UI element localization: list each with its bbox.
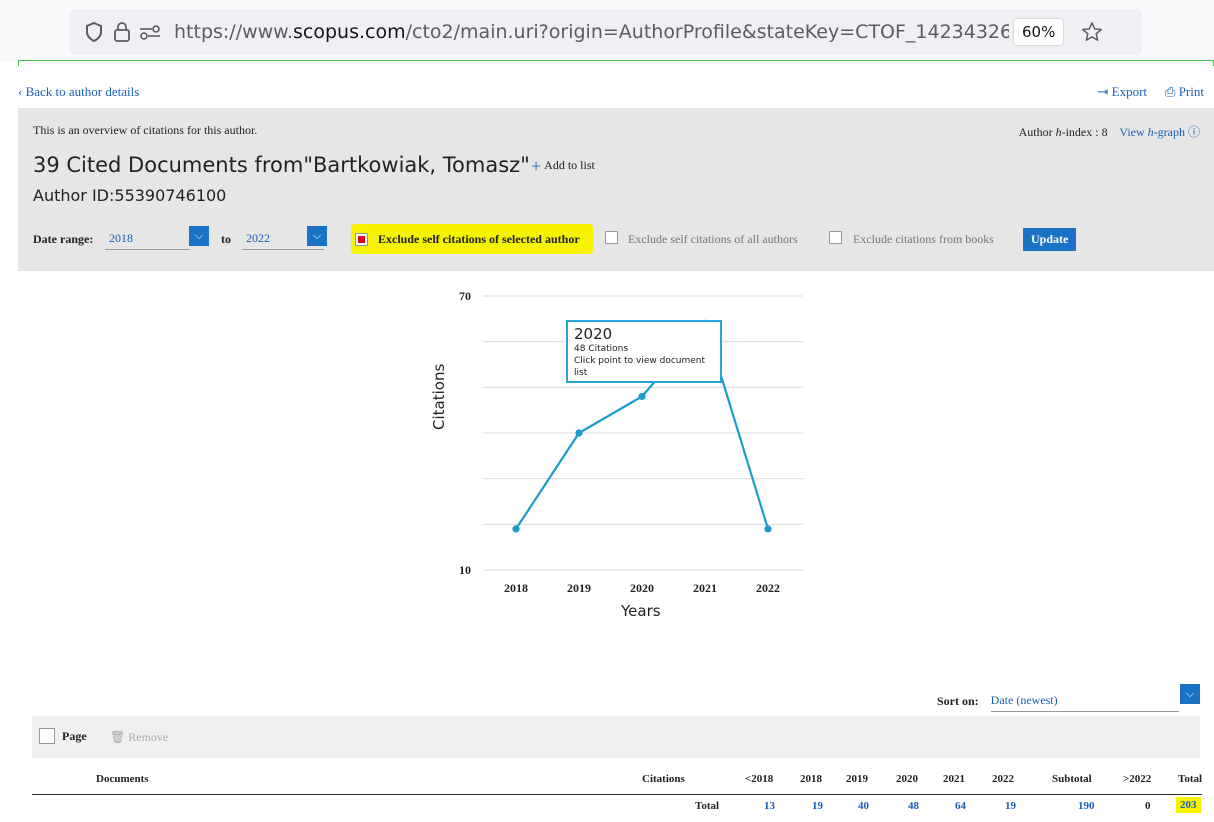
col-2018[interactable]: 2018 (800, 773, 822, 785)
sort-select[interactable]: Date (newest) (990, 690, 1179, 712)
x-tick-label: 2022 (756, 581, 780, 595)
exclude-books-label: Exclude citations from books (853, 232, 994, 246)
data-point[interactable] (512, 525, 520, 533)
col-total: Total (1178, 773, 1203, 785)
total-lt2018[interactable]: 13 (764, 800, 775, 812)
table-header: Documents Citations <2018 2018 2019 2020… (32, 773, 1202, 795)
date-from-value: 2018 (109, 231, 133, 245)
back-link-label: Back to author details (25, 84, 140, 99)
overview-intro: This is an overview of citations for thi… (33, 123, 258, 137)
url-text[interactable]: https://www.scopus.com/cto2/main.uri?ori… (174, 21, 1009, 43)
chevron-down-icon[interactable]: ⌵ (1180, 684, 1200, 704)
to-label: to (221, 232, 231, 246)
exclude-self-all-checkbox[interactable] (605, 231, 618, 244)
table-total-row: Total 13 19 40 48 64 19 190 0 203 (32, 797, 1202, 822)
h-index-summary: Author h-index : 8 View h-graph ⓘ (1019, 123, 1200, 140)
exclude-self-selected-checkbox[interactable] (355, 232, 368, 246)
total-2018[interactable]: 19 (812, 800, 823, 812)
exclude-self-all-label: Exclude self citations of all authors (628, 232, 798, 246)
exclude-books-checkbox[interactable] (829, 231, 842, 244)
h-index-label: Author h-index : 8 (1018, 125, 1108, 139)
add-to-list-button[interactable]: + Add to list (531, 155, 595, 176)
print-link[interactable]: ⎙ Print (1165, 84, 1204, 100)
page-title: 39 Cited Documents from"Bartkowiak, Toma… (33, 153, 530, 177)
plus-icon: + (531, 155, 542, 176)
zoom-level-badge[interactable]: 60% (1013, 18, 1065, 46)
total-row-label: Total (695, 800, 720, 812)
help-icon: ⓘ (1187, 125, 1200, 139)
exclude-self-selected-label: Exclude self citations of selected autho… (378, 232, 580, 246)
total-2021[interactable]: 64 (955, 800, 966, 812)
total-subtotal[interactable]: 190 (1078, 800, 1095, 812)
chevron-down-icon[interactable]: ⌵ (307, 226, 327, 246)
x-tick-label: 2021 (693, 581, 717, 595)
trash-icon: 🗑 (110, 730, 129, 744)
select-page-label: Page (62, 729, 87, 743)
total-gt2022: 0 (1145, 800, 1151, 812)
lock-icon[interactable] (108, 18, 136, 46)
data-point[interactable] (575, 429, 583, 437)
update-button[interactable]: Update (1023, 228, 1077, 251)
data-point[interactable] (764, 525, 772, 533)
x-tick-label: 2018 (504, 581, 528, 595)
address-bar[interactable]: https://www.scopus.com/cto2/main.uri?ori… (70, 9, 1142, 55)
author-id: Author ID:55390746100 (33, 186, 227, 205)
export-link[interactable]: ⇥ Export (1098, 84, 1148, 100)
col-2019[interactable]: 2019 (846, 773, 868, 785)
data-point[interactable] (638, 392, 646, 401)
total-2019[interactable]: 40 (858, 800, 869, 812)
selection-bar: Page 🗑 Remove (32, 716, 1200, 758)
chevron-down-icon[interactable]: ⌵ (189, 226, 209, 246)
shield-icon[interactable] (80, 18, 108, 46)
total-2022[interactable]: 19 (1005, 800, 1016, 812)
filter-bar: Date range: 2018 ⌵ to 2022 ⌵ Exclude sel… (33, 224, 1203, 254)
col-2021[interactable]: 2021 (943, 773, 965, 785)
bookmark-star-icon[interactable] (1078, 18, 1106, 46)
col-lt2018[interactable]: <2018 (745, 773, 773, 785)
date-range-label: Date range: (33, 232, 94, 246)
x-axis-label: Years (621, 602, 661, 620)
page-frame-line (18, 60, 1214, 66)
y-tick-label: 70 (459, 289, 471, 303)
chart-tooltip: 2020 48 Citations Click point to view do… (566, 320, 722, 383)
sort-control: Sort on: Date (newest) ⌵ (937, 684, 1200, 712)
select-page-checkbox[interactable] (39, 728, 55, 744)
chevron-left-icon: ‹ (18, 84, 26, 99)
export-label: Export (1111, 84, 1148, 99)
remove-button[interactable]: 🗑 Remove (110, 730, 168, 745)
printer-icon: ⎙ (1165, 84, 1179, 99)
col-subtotal: Subtotal (1052, 773, 1092, 785)
col-citations: Citations (642, 773, 685, 785)
tooltip-hint: Click point to view document list (574, 356, 706, 378)
browser-toolbar: https://www.scopus.com/cto2/main.uri?ori… (0, 0, 1214, 62)
col-2020[interactable]: 2020 (896, 773, 918, 785)
tooltip-citations: 48 Citations (574, 344, 629, 354)
col-gt2022[interactable]: >2022 (1123, 773, 1151, 785)
x-tick-label: 2020 (630, 581, 654, 595)
tooltip-year: 2020 (574, 325, 613, 343)
col-2022[interactable]: 2022 (992, 773, 1014, 785)
sort-label: Sort on: (937, 693, 979, 708)
export-icon: ⇥ (1097, 84, 1112, 99)
permissions-icon[interactable] (136, 18, 164, 46)
y-axis-label: Citations (430, 363, 448, 430)
date-from-select[interactable]: 2018 (105, 228, 190, 250)
page-actions: ⇥ Export ⎙ Print (1098, 84, 1205, 100)
y-tick-label: 10 (459, 563, 471, 577)
total-total[interactable]: 203 (1176, 797, 1201, 813)
add-to-list-label: Add to list (544, 158, 595, 172)
citation-overview-panel: This is an overview of citations for thi… (18, 108, 1214, 271)
x-tick-label: 2019 (567, 581, 591, 595)
sort-value: Date (newest) (990, 693, 1058, 707)
back-to-author-link[interactable]: ‹ Back to author details (18, 84, 139, 100)
remove-label: Remove (128, 730, 169, 744)
col-documents[interactable]: Documents (96, 773, 149, 785)
print-label: Print (1178, 84, 1204, 99)
date-to-value: 2022 (246, 231, 270, 245)
total-2020[interactable]: 48 (908, 800, 919, 812)
view-h-graph-link[interactable]: View h-graph ⓘ (1119, 125, 1200, 139)
